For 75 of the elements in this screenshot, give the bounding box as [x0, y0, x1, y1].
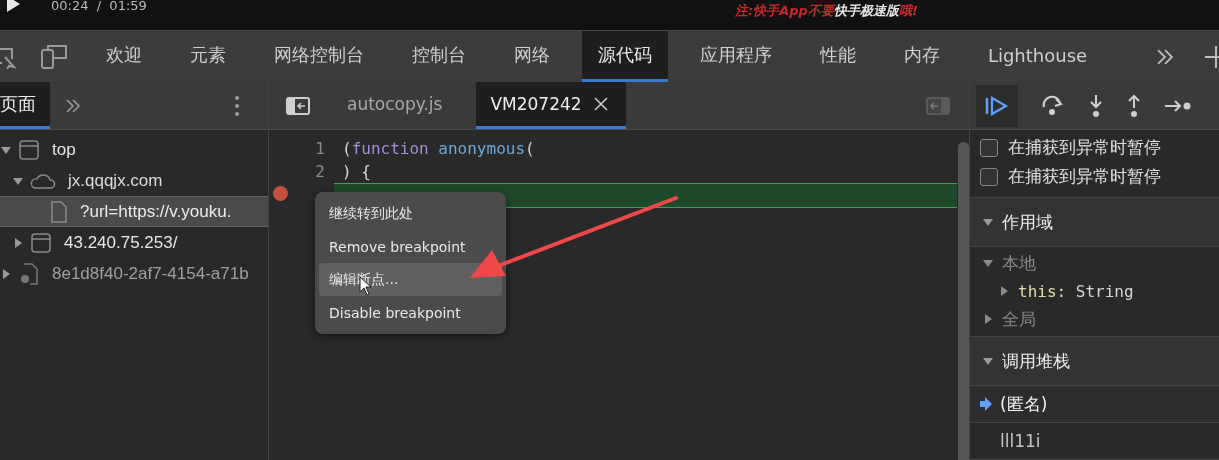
device-icon[interactable]	[39, 43, 68, 70]
tree-item-label: 43.240.75.253/	[64, 232, 178, 253]
file-tab[interactable]: VM207242	[476, 82, 626, 129]
caption-text: 快手极速版	[833, 3, 899, 18]
resume-button[interactable]	[976, 84, 1018, 127]
tree-item-label: top	[52, 139, 76, 160]
more-tabs-icon[interactable]	[1155, 46, 1176, 67]
panel-tab[interactable]: 性能	[803, 31, 872, 82]
panel-tab[interactable]: 源代码	[581, 31, 668, 82]
step-icon[interactable]	[1164, 97, 1192, 114]
tree-item-label: jx.qqqjx.com	[68, 170, 163, 191]
pages-tab[interactable]: 页面	[0, 82, 50, 129]
panel-tab[interactable]: 网络控制台	[257, 31, 380, 82]
close-icon[interactable]	[593, 97, 608, 111]
step-out-icon[interactable]	[1126, 93, 1142, 118]
tree-row[interactable]: ?url=https://v.youku.	[0, 196, 268, 227]
checkbox-label: 在捕获到异常时暂停	[1008, 136, 1161, 159]
code-line: ) {	[342, 162, 371, 181]
collapsed-triangle-icon[interactable]	[0, 267, 12, 280]
menu-item[interactable]: Disable breakpoint	[319, 296, 502, 329]
menu-item[interactable]: 继续转到此处	[319, 197, 502, 230]
cloud-icon	[30, 171, 56, 190]
kebab-menu-icon[interactable]	[234, 94, 240, 117]
toggle-debugger-icon[interactable]	[925, 95, 951, 116]
add-icon[interactable]	[1205, 45, 1219, 68]
scope-label: 本地	[1002, 251, 1036, 275]
toggle-navigator-icon[interactable]	[285, 95, 311, 116]
checkbox-label: 在捕获到异常时暂停	[1008, 165, 1161, 188]
breakpoint-dot[interactable]	[273, 186, 288, 201]
property-name: this:	[1018, 281, 1067, 301]
property-value: String	[1075, 281, 1134, 301]
frame-icon	[30, 231, 52, 254]
section-header[interactable]: 调用堆栈	[970, 337, 1219, 386]
file-icon	[50, 199, 68, 224]
code-line: (function anonymous(	[342, 139, 535, 158]
line-number: 1	[314, 139, 325, 158]
panel-tab[interactable]: 网络	[497, 31, 566, 82]
scope-label: 全局	[1002, 307, 1036, 331]
step-into-icon[interactable]	[1088, 93, 1104, 118]
panel-tab[interactable]: Lighthouse	[971, 31, 1104, 82]
collapsed-triangle-icon[interactable]	[12, 236, 24, 249]
caption-text: 注:快手App不要	[735, 3, 834, 18]
file-tab[interactable]: autocopy.js	[333, 82, 461, 129]
checkbox[interactable]	[980, 167, 998, 186]
tree-row[interactable]: 8e1d8f40-2af7-4154-a71b	[0, 258, 268, 289]
tree-row[interactable]: 43.240.75.253/	[0, 227, 268, 258]
caption-text: 哦!	[898, 3, 918, 18]
tree-item-label: 8e1d8f40-2af7-4154-a71b	[52, 263, 249, 284]
section-title: 作用域	[1002, 210, 1053, 234]
play-icon[interactable]	[5, 0, 21, 14]
panel-tab[interactable]: 应用程序	[683, 31, 788, 82]
section-header[interactable]: 作用域	[970, 198, 1219, 247]
tree-item-label: ?url=https://v.youku.	[80, 201, 232, 222]
panel-tab[interactable]: 元素	[173, 31, 242, 82]
panel-tab[interactable]: 内存	[887, 31, 956, 82]
checkbox[interactable]	[980, 138, 998, 157]
panel-tab[interactable]: 控制台	[395, 31, 482, 82]
video-time: 00:24 / 01:59	[51, 0, 147, 12]
step-over-icon[interactable]	[1040, 94, 1066, 117]
call-frame[interactable]: (匿名)	[970, 386, 1219, 423]
tree-row[interactable]: jx.qqqjx.com	[0, 165, 268, 196]
panel-tab[interactable]: 欢迎	[89, 31, 158, 82]
expanded-triangle-icon[interactable]	[982, 257, 994, 269]
section-title: 调用堆栈	[1002, 349, 1070, 373]
menu-item[interactable]: Remove breakpoint	[319, 230, 502, 263]
frame-icon	[18, 138, 40, 161]
line-number: 2	[314, 162, 325, 181]
more-tabs-icon[interactable]	[64, 96, 82, 115]
current-frame-arrow-icon	[980, 397, 992, 411]
resume-icon	[984, 94, 1010, 117]
tree-row[interactable]: top	[0, 134, 268, 165]
collapsed-triangle-icon[interactable]	[982, 313, 994, 325]
scrollbar[interactable]	[958, 142, 969, 460]
call-frame[interactable]: lll11i	[970, 423, 1219, 460]
collapsed-triangle-icon[interactable]	[998, 285, 1010, 297]
